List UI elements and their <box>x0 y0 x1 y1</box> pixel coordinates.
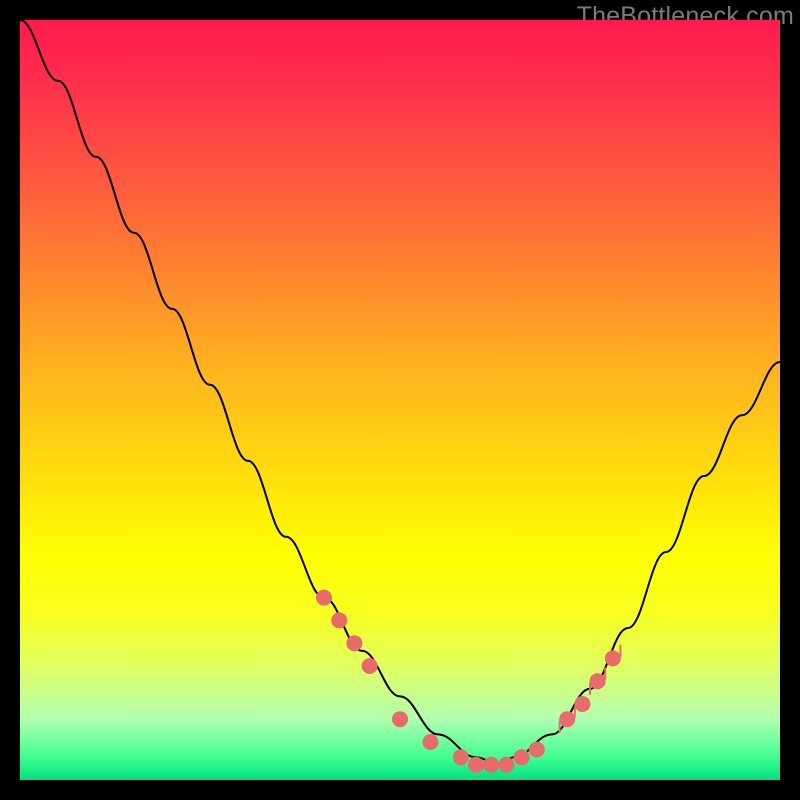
marker-dot <box>605 650 621 666</box>
marker-dot <box>346 635 362 651</box>
marker-dot <box>453 749 469 765</box>
marker-dot <box>331 612 347 628</box>
chart-svg <box>20 20 780 780</box>
marker-dot <box>590 673 606 689</box>
marker-dot <box>498 757 514 773</box>
marker-dot <box>559 711 575 727</box>
marker-dot <box>468 757 484 773</box>
plot-area <box>20 20 780 780</box>
marker-dot <box>514 749 530 765</box>
marker-dot <box>529 742 545 758</box>
marker-dot <box>422 734 438 750</box>
marker-dot <box>392 711 408 727</box>
marker-dot <box>483 757 499 773</box>
highlight-dots <box>316 590 621 773</box>
chart-container: TheBottleneck.com <box>0 0 800 800</box>
marker-dot <box>316 590 332 606</box>
marker-dot <box>574 696 590 712</box>
bottleneck-curve <box>20 20 780 765</box>
marker-dot <box>362 658 378 674</box>
